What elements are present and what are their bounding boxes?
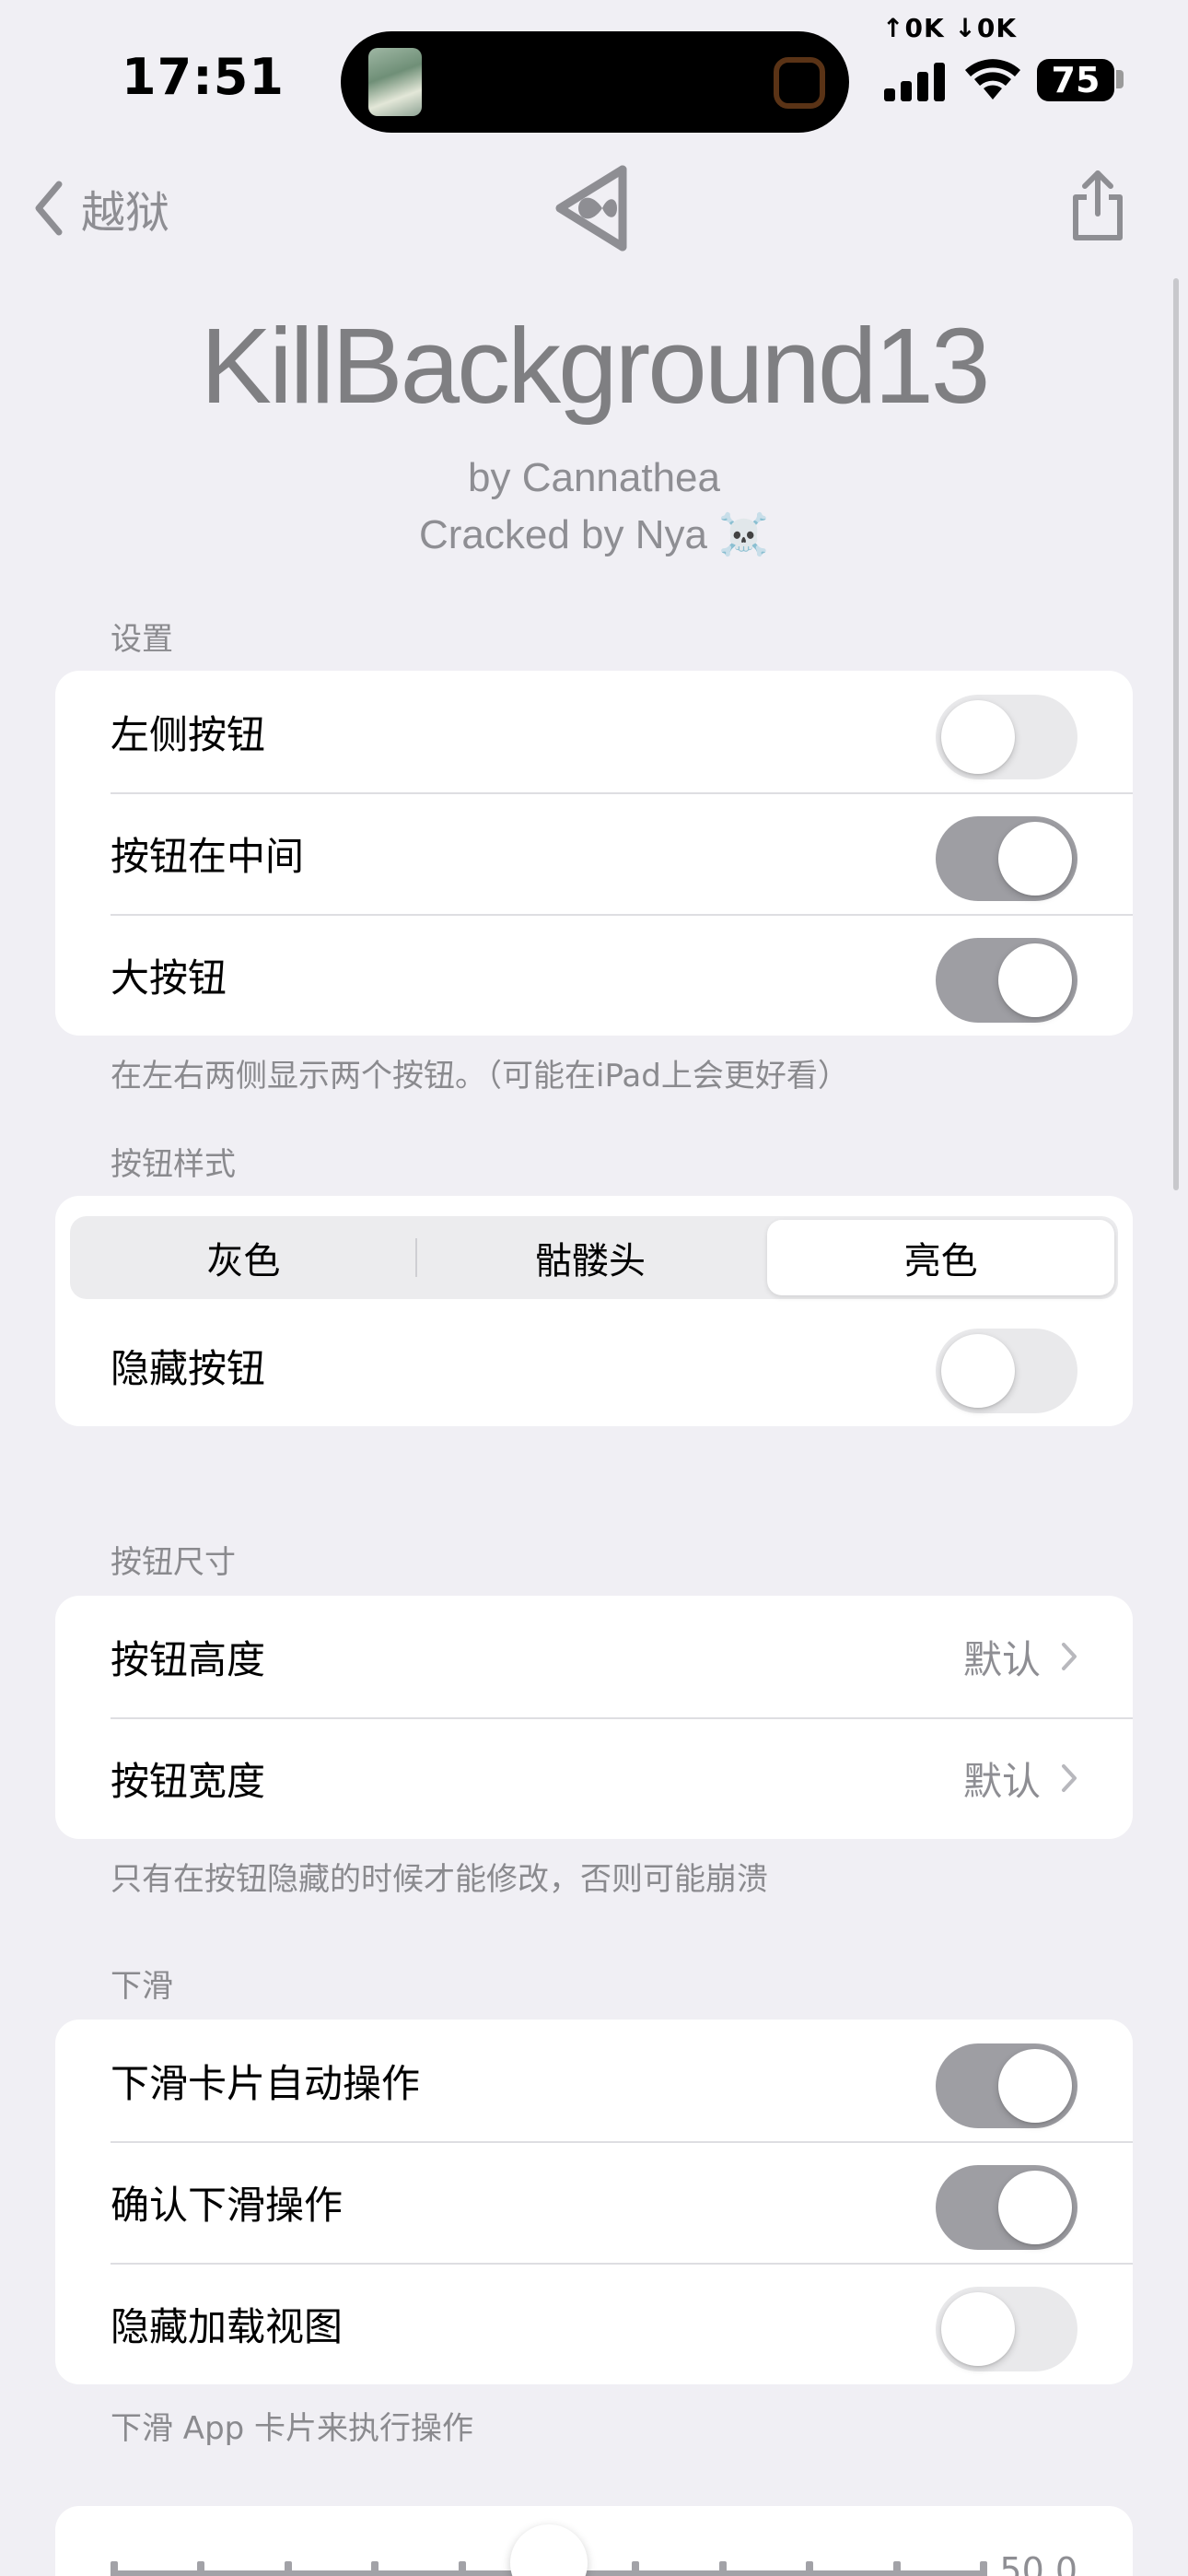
slider-tick: [197, 2561, 205, 2576]
row-label: 下滑卡片自动操作: [111, 2060, 421, 2106]
section-footer-settings: 在左右两侧显示两个按钮。（可能在iPad上会更好看）: [111, 1058, 849, 1095]
segment-bright[interactable]: 亮色: [767, 1220, 1115, 1295]
now-playing-thumbnail: [368, 48, 422, 116]
app-credit: Cracked by Nya ☠️: [418, 512, 769, 557]
toggle-knob: [941, 700, 1015, 774]
row-value: 默认: [963, 1717, 1077, 1839]
row-label: 确认下滑操作: [111, 2182, 344, 2228]
row-label: 按钮宽度: [111, 1758, 266, 1804]
button-height-row[interactable]: 按钮高度 默认: [55, 1596, 1133, 1717]
settings-group: 左侧按钮 按钮在中间 大按钮: [55, 671, 1133, 1036]
swipe-auto-toggle[interactable]: [936, 2043, 1077, 2128]
confirm-swipe-row: 确认下滑操作: [55, 2141, 1133, 2263]
row-label: 左侧按钮: [111, 711, 266, 757]
settings-page: 17:51 ↑0K ↓0K 75 越狱 KillBackground13 by …: [0, 0, 1188, 2576]
share-icon[interactable]: [1068, 168, 1127, 243]
section-header-settings: 设置: [111, 621, 173, 658]
toggle-knob: [941, 1334, 1015, 1408]
back-label: 越狱: [81, 187, 170, 239]
row-label: 大按钮: [111, 954, 227, 1001]
toggle-knob: [998, 2049, 1072, 2123]
row-label: 按钮高度: [111, 1636, 266, 1682]
slider-value: 50.0: [999, 2550, 1077, 2576]
toggle-knob: [998, 943, 1072, 1017]
cellular-signal-icon: [884, 63, 945, 101]
slider-tick: [806, 2561, 814, 2576]
hide-loading-row: 隐藏加载视图: [55, 2263, 1133, 2384]
hide-loading-toggle[interactable]: [936, 2287, 1077, 2371]
segment-gray[interactable]: 灰色: [70, 1216, 417, 1299]
value-text: 默认: [962, 1758, 1041, 1804]
big-button-toggle[interactable]: [936, 938, 1077, 1023]
network-speed: ↑0K ↓0K: [882, 13, 1018, 43]
slider-group: 50.0: [55, 2506, 1133, 2576]
section-header-swipe: 下滑: [111, 1968, 173, 2005]
hide-button-row: 隐藏按钮: [55, 1305, 1133, 1426]
slider-tick: [111, 2561, 118, 2576]
swipe-auto-row: 下滑卡片自动操作: [55, 2020, 1133, 2141]
value-text: 默认: [962, 1636, 1041, 1682]
button-width-row[interactable]: 按钮宽度 默认: [55, 1717, 1133, 1839]
slider-tick: [718, 2561, 727, 2576]
hide-button-toggle[interactable]: [936, 1329, 1077, 1413]
slider-tick: [632, 2561, 640, 2576]
style-segmented-control: 灰色 骷髅头 亮色: [70, 1216, 1118, 1299]
dynamic-island: [341, 31, 849, 133]
left-button-toggle[interactable]: [936, 695, 1077, 779]
section-footer-swipe: 下滑 App 卡片来执行操作: [111, 2410, 474, 2447]
big-button-row: 大按钮: [55, 914, 1133, 1036]
activity-indicator-icon: [774, 57, 825, 109]
left-button-row: 左侧按钮: [55, 671, 1133, 792]
section-footer-size: 只有在按钮隐藏的时候才能修改，否则可能崩溃: [111, 1861, 768, 1898]
slider-thumb[interactable]: [510, 2524, 588, 2576]
slider-tick: [892, 2561, 901, 2576]
chevron-left-icon: [35, 181, 63, 236]
wifi-icon: [965, 59, 1020, 100]
triangle-leaf-logo-icon: [555, 165, 627, 252]
row-label: 隐藏按钮: [111, 1345, 266, 1391]
toggle-knob: [941, 2292, 1015, 2366]
row-label: 隐藏加载视图: [111, 2303, 344, 2349]
slider-tick: [458, 2561, 466, 2576]
row-value: 默认: [963, 1596, 1077, 1717]
chevron-right-icon: [1062, 1643, 1077, 1670]
battery-indicator: 75: [1037, 59, 1114, 101]
segment-skull[interactable]: 骷髅头: [417, 1216, 764, 1299]
slider-tick: [284, 2561, 292, 2576]
segmented-wrapper: 灰色 骷髅头 亮色: [55, 1196, 1133, 1305]
confirm-swipe-toggle[interactable]: [936, 2165, 1077, 2250]
back-button[interactable]: 越狱: [33, 175, 169, 241]
swipe-group: 下滑卡片自动操作 确认下滑操作 隐藏加载视图: [55, 2020, 1133, 2384]
section-header-style: 按钮样式: [111, 1146, 236, 1183]
app-title: KillBackground13: [200, 306, 991, 426]
chevron-right-icon: [1062, 1764, 1077, 1792]
section-header-size: 按钮尺寸: [111, 1544, 236, 1581]
style-group: 灰色 骷髅头 亮色 隐藏按钮: [55, 1196, 1133, 1426]
slider-tick: [980, 2561, 987, 2576]
slider-tick: [371, 2561, 379, 2576]
app-author: by Cannathea: [468, 455, 720, 500]
battery-tip: [1116, 70, 1124, 88]
status-time: 17:51: [122, 48, 285, 106]
row-label: 按钮在中间: [111, 833, 305, 879]
center-button-toggle[interactable]: [936, 816, 1077, 901]
toggle-knob: [998, 822, 1072, 896]
center-button-row: 按钮在中间: [55, 792, 1133, 914]
size-group: 按钮高度 默认 按钮宽度 默认: [55, 1596, 1133, 1839]
toggle-knob: [998, 2171, 1072, 2244]
